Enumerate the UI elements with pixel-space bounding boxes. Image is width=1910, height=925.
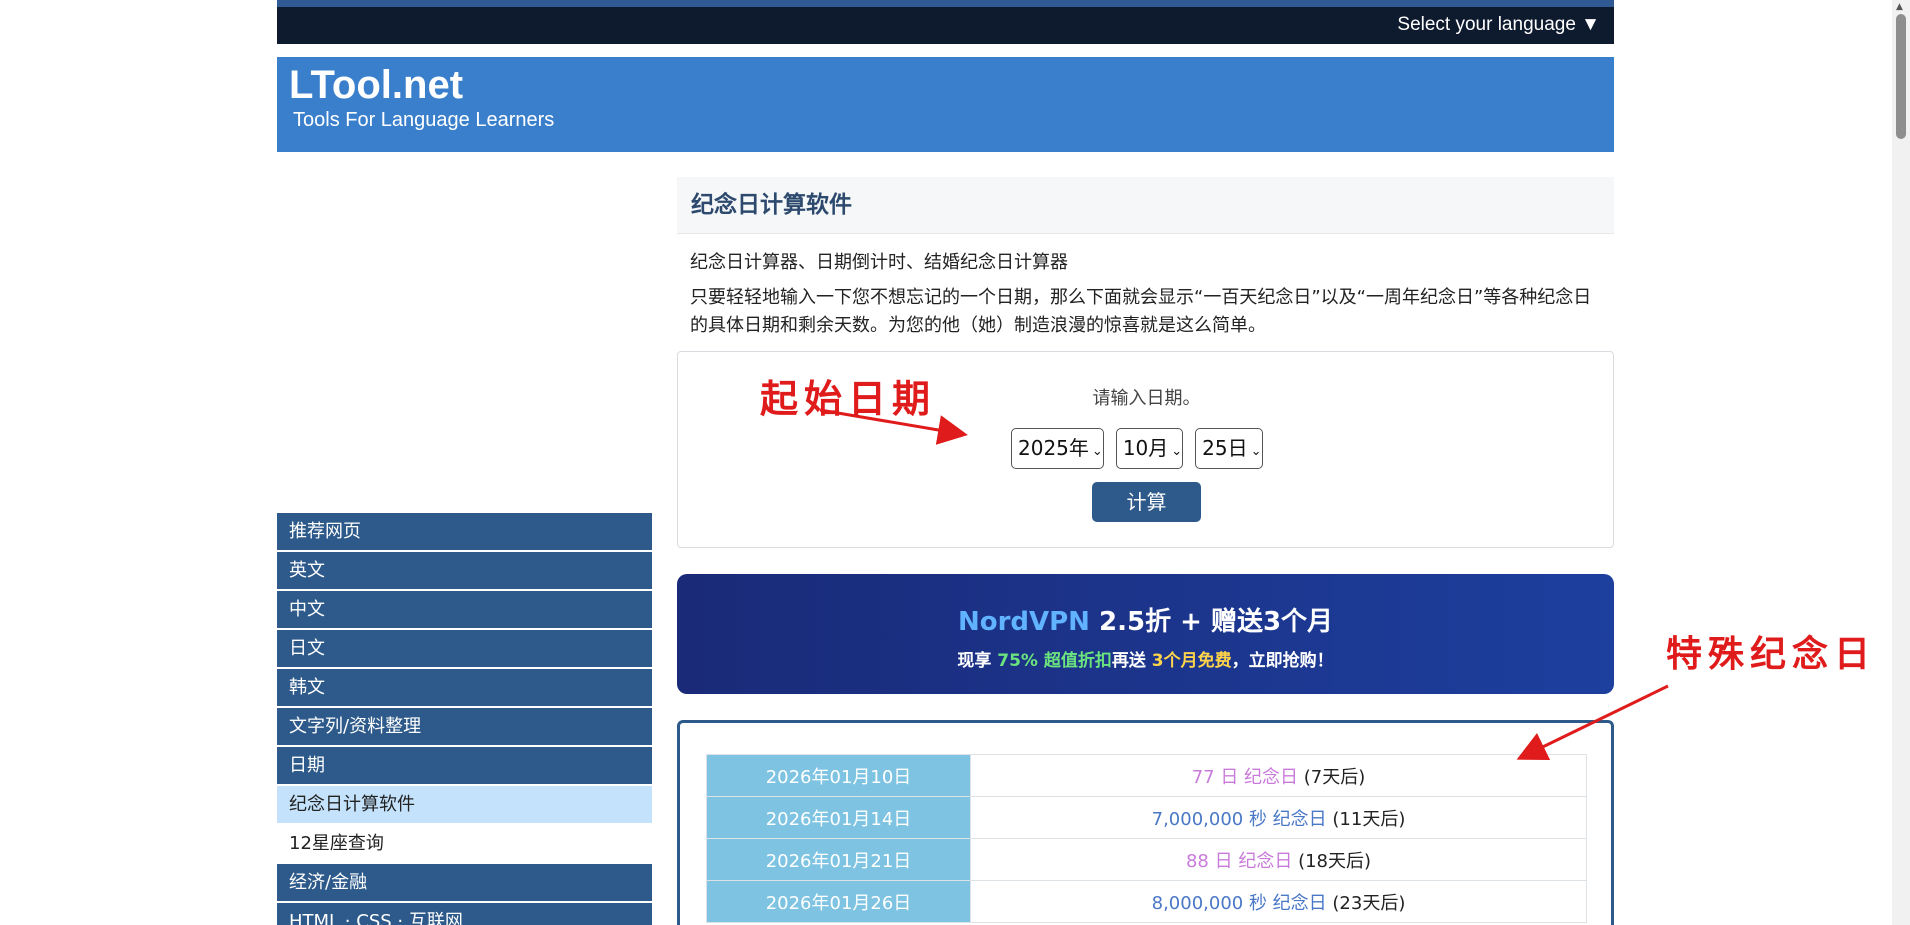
page: Select your language ▼ LTool.net Tools F…: [0, 0, 1910, 925]
scroll-thumb[interactable]: [1896, 14, 1906, 139]
arrow-to-results: [1516, 684, 1669, 760]
vertical-scrollbar[interactable]: ▲: [1892, 0, 1910, 925]
scroll-up-icon[interactable]: ▲: [1896, 2, 1903, 12]
arrow-to-date-select: [819, 408, 968, 445]
annotation-arrows: [819, 408, 1669, 760]
